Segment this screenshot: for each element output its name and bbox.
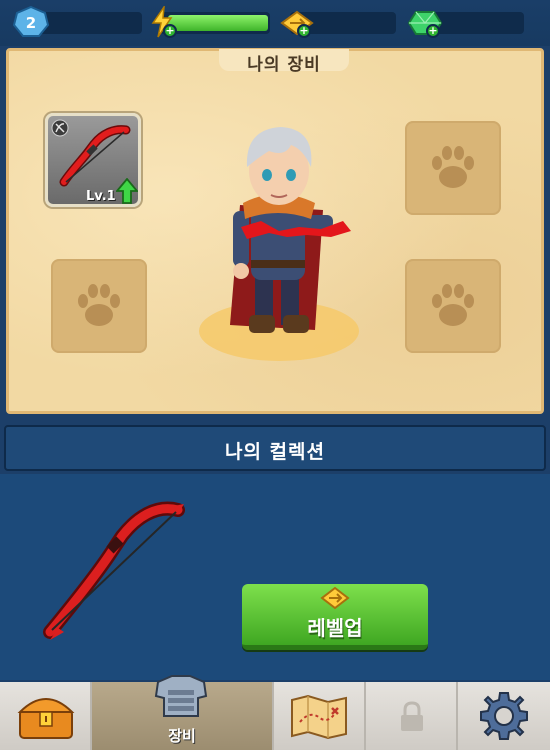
- gold-ticket-icon: [320, 586, 350, 610]
- armor-icon: [154, 675, 208, 717]
- level-number: 2: [26, 14, 36, 32]
- nav-treasure[interactable]: [0, 682, 92, 750]
- resource-bar: 2 + + +: [0, 0, 550, 46]
- paw-icon: [432, 284, 474, 326]
- nav-map[interactable]: [274, 682, 366, 750]
- equipment-title: 나의 장비: [247, 55, 321, 75]
- energy-fill: [168, 15, 268, 31]
- nav-equipment[interactable]: 장비: [92, 675, 274, 750]
- levelup-button[interactable]: 레벨업: [242, 584, 428, 650]
- bottom-nav: 장비: [0, 675, 550, 750]
- levelup-label: 레벨업: [307, 616, 363, 640]
- equipment-panel: 나의 장비 Lv.1: [6, 48, 544, 414]
- treasure-chest-icon: [17, 698, 75, 739]
- paw-icon: [78, 284, 120, 326]
- add-gold-button[interactable]: +: [297, 24, 311, 38]
- map-icon: [291, 694, 347, 740]
- bow-collection-icon[interactable]: [38, 500, 188, 650]
- level-badge-icon: 2: [12, 5, 50, 37]
- nav-equipment-label: 장비: [168, 727, 196, 745]
- weapon-level: Lv.1: [86, 189, 116, 204]
- lock-icon: [401, 701, 423, 731]
- hero-character[interactable]: [195, 115, 365, 345]
- upgrade-arrow-icon: [116, 178, 138, 204]
- empty-slot-bottom-right[interactable]: [405, 259, 501, 353]
- empty-slot-bottom-left[interactable]: [51, 259, 147, 353]
- nav-locked: [366, 682, 458, 750]
- paw-icon: [432, 146, 474, 188]
- nav-settings[interactable]: [458, 682, 550, 750]
- gear-icon: [480, 692, 528, 740]
- add-gem-button[interactable]: +: [426, 24, 440, 38]
- empty-slot-top-right[interactable]: [405, 121, 501, 215]
- panel-title-tab: 나의 장비: [219, 49, 349, 75]
- weapon-slot[interactable]: Lv.1: [45, 113, 141, 207]
- add-energy-button[interactable]: +: [163, 24, 177, 38]
- collection-title: 나의 컬렉션: [224, 441, 325, 463]
- collection-header: 나의 컬렉션: [4, 425, 546, 471]
